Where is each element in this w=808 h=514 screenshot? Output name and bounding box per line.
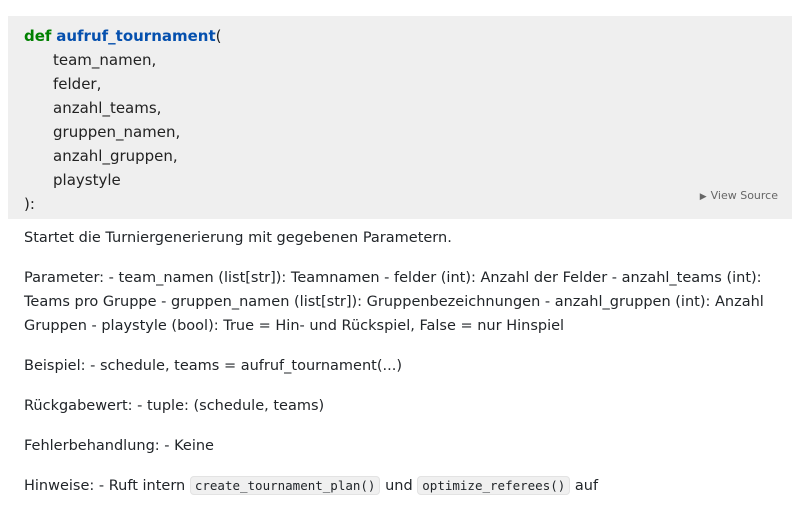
view-source-button[interactable]: ▶ View Source (700, 184, 778, 209)
code-create-tournament-plan: create_tournament_plan() (189, 476, 381, 495)
docstring: Startet die Turniergenerierung mit gegeb… (24, 226, 794, 514)
param-gruppen-namen: gruppen_namen, (53, 123, 181, 141)
signature-head: def aufruf_tournament( (24, 24, 776, 48)
def-keyword: def (24, 27, 52, 45)
doc-example: Beispiel: - schedule, teams = aufruf_tou… (24, 358, 402, 374)
open-paren: ( (215, 27, 222, 45)
doc-errors: Fehlerbehandlung: - Keine (24, 438, 214, 454)
param-team-namen: team_namen, (53, 51, 157, 69)
triangle-right-icon: ▶ (699, 192, 707, 202)
notes-suffix: auf (570, 478, 599, 494)
doc-notes: Hinweise: - Ruft intern create_tournamen… (24, 474, 794, 498)
function-signature: def aufruf_tournament( team_namen, felde… (8, 16, 792, 219)
view-source-label: View Source (710, 189, 778, 202)
doc-returns: Rückgabewert: - tuple: (schedule, teams) (24, 398, 325, 414)
doc-summary: Startet die Turniergenerierung mit gegeb… (24, 230, 452, 246)
notes-middle: und (380, 478, 418, 494)
doc-parameters: Parameter: - team_namen (list[str]): Tea… (24, 270, 764, 334)
param-anzahl-gruppen: anzahl_gruppen, (53, 147, 178, 165)
param-playstyle: playstyle (53, 171, 121, 189)
signature-close: ): (24, 195, 35, 213)
function-name[interactable]: aufruf_tournament (56, 27, 215, 45)
notes-prefix: Hinweise: - Ruft intern (24, 478, 190, 494)
param-felder: felder, (53, 75, 102, 93)
code-optimize-referees: optimize_referees() (417, 476, 571, 495)
param-anzahl-teams: anzahl_teams, (53, 99, 162, 117)
